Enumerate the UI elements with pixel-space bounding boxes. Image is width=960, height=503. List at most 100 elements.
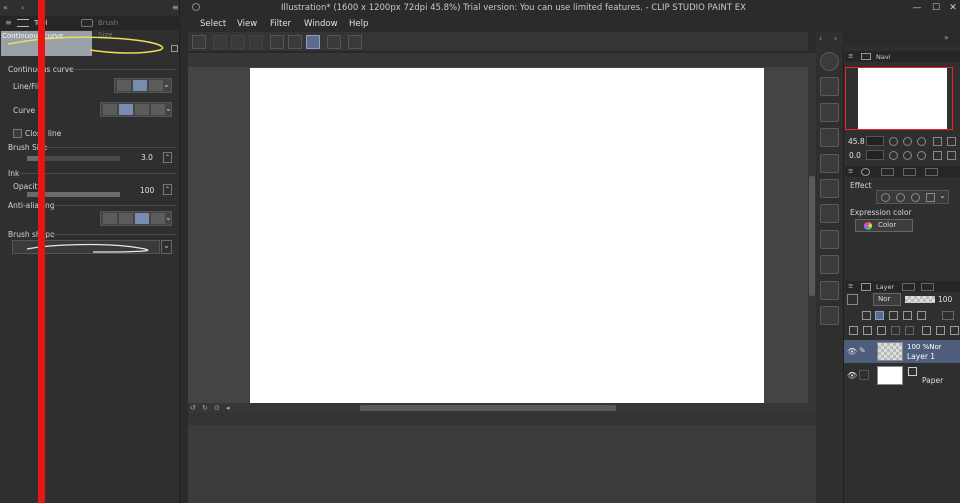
film-icon[interactable]	[820, 281, 839, 300]
new-folder-icon[interactable]	[877, 326, 886, 335]
export-icon[interactable]	[820, 255, 839, 274]
panel-back-icon[interactable]: ‹	[21, 3, 24, 12]
layer-name[interactable]: Paper	[922, 376, 943, 385]
collapse-left-icon[interactable]: «	[3, 3, 8, 12]
navigator-rotate-value[interactable]: 0.0	[849, 151, 861, 160]
close-button[interactable]: ✕	[946, 2, 960, 14]
rotate-ccw-icon[interactable]	[889, 151, 898, 160]
flip-vertical-icon[interactable]	[947, 151, 956, 160]
navigator-view-frame[interactable]	[845, 67, 953, 130]
stroke-icon[interactable]	[288, 35, 302, 49]
layer-row[interactable]: 👁 Paper	[844, 364, 960, 387]
lock-layer-icon[interactable]	[889, 311, 898, 320]
merge-down-icon[interactable]	[905, 326, 914, 335]
fill-selection-icon[interactable]	[231, 35, 245, 49]
menu-window[interactable]: Window	[304, 19, 338, 29]
lock-transparency-icon[interactable]	[903, 311, 912, 320]
new-raster-layer-icon[interactable]	[849, 326, 858, 335]
chevron-down-icon[interactable]: ⌄	[939, 191, 946, 200]
clear-selection-icon[interactable]	[249, 35, 263, 49]
layer-opacity-value[interactable]: 100	[938, 295, 952, 304]
brush-shape-preview[interactable]	[12, 240, 160, 254]
rotate-slider[interactable]	[866, 150, 884, 160]
layer-mask-icon[interactable]	[922, 326, 931, 335]
minimize-button[interactable]: —	[910, 2, 924, 14]
collapse-icon[interactable]: ‹	[819, 34, 822, 43]
menu-help[interactable]: Help	[349, 19, 368, 29]
straight-curve-button[interactable]	[103, 104, 117, 115]
opacity-stepper[interactable]: ⌃	[163, 184, 172, 195]
spline-curve-button[interactable]	[119, 104, 133, 115]
ruler-icon[interactable]	[942, 311, 954, 320]
tone-effect-icon[interactable]	[911, 193, 920, 202]
rotate-left-icon[interactable]: ↺	[190, 404, 196, 412]
tab-navigator[interactable]: Navi	[876, 53, 891, 61]
lock-icon[interactable]	[171, 45, 178, 52]
zoom-in-icon[interactable]	[903, 137, 912, 146]
folder-icon[interactable]	[820, 230, 839, 249]
new-vector-layer-icon[interactable]	[863, 326, 872, 335]
close-document-icon[interactable]	[820, 77, 839, 96]
transform-icon[interactable]	[192, 35, 206, 49]
transfer-down-icon[interactable]	[891, 326, 900, 335]
layer-name[interactable]: Layer 1	[907, 352, 935, 361]
brush-shape-dropdown[interactable]: ⌄	[161, 240, 172, 254]
search-icon[interactable]	[820, 52, 839, 71]
rotate-cw-icon[interactable]	[903, 151, 912, 160]
aa-strong-button[interactable]	[151, 213, 165, 224]
camera-icon[interactable]	[820, 154, 839, 173]
flip-icon[interactable]: ◂	[226, 404, 230, 412]
quadratic-curve-button[interactable]	[135, 104, 149, 115]
close-line-checkbox[interactable]	[13, 129, 22, 138]
aa-weak-button[interactable]	[119, 213, 133, 224]
vertical-scroll-thumb[interactable]	[809, 176, 815, 296]
edit-target-icon[interactable]	[859, 370, 869, 380]
trash-icon[interactable]	[950, 326, 959, 335]
layer-row[interactable]: 👁 ✎ 100 %Nor Layer 1	[844, 340, 960, 363]
actual-size-icon[interactable]	[933, 137, 942, 146]
zoom-out-icon[interactable]	[889, 137, 898, 146]
clear-outside-icon[interactable]	[213, 35, 227, 49]
horizontal-scroll-thumb[interactable]	[360, 405, 616, 411]
navigator-zoom-value[interactable]: 45.8	[848, 137, 865, 146]
line-mode-button[interactable]	[117, 80, 131, 91]
chevron-down-icon[interactable]: ⌄	[165, 213, 172, 222]
menu-view[interactable]: View	[237, 19, 257, 29]
menu-filter[interactable]: Filter	[270, 19, 291, 29]
tab-layer[interactable]: Layer	[876, 283, 894, 291]
tab-icon-4[interactable]	[925, 168, 938, 176]
cubic-curve-button[interactable]	[151, 104, 165, 115]
maximize-button[interactable]: ☐	[929, 2, 943, 14]
pen-icon[interactable]: ✎	[859, 346, 869, 356]
fit-icon[interactable]	[917, 137, 926, 146]
panel-menu-icon[interactable]: ≡	[172, 3, 179, 12]
fit-width-icon[interactable]	[947, 137, 956, 146]
enable-mask-icon[interactable]	[917, 311, 926, 320]
tab-icon-layer-2[interactable]	[902, 283, 915, 291]
layer-color-icon[interactable]	[926, 193, 935, 202]
expand-icon[interactable]: ›	[834, 34, 837, 43]
eye-icon[interactable]: 👁	[847, 371, 857, 380]
reference-layer-icon[interactable]	[862, 311, 871, 320]
help-icon[interactable]	[348, 35, 362, 49]
line-fill-mode-button[interactable]	[149, 80, 163, 91]
blend-mode-dropdown[interactable]: Nor	[873, 293, 901, 306]
tab-icon-2[interactable]	[881, 168, 894, 176]
aa-none-button[interactable]	[103, 213, 117, 224]
layer-property-tab-icon[interactable]	[861, 168, 870, 176]
chevron-down-icon[interactable]: ⌄	[165, 104, 172, 113]
flip-horizontal-icon[interactable]	[933, 151, 942, 160]
reset-view-icon[interactable]: ⊙	[214, 404, 220, 412]
opacity-value[interactable]: 100	[140, 186, 154, 195]
border-effect-icon[interactable]	[881, 193, 890, 202]
menu-select[interactable]: Select	[200, 19, 226, 29]
brush-size-stepper[interactable]: ⌃	[163, 152, 172, 163]
rotate-right-icon[interactable]: ↻	[202, 404, 208, 412]
pen-correction-icon[interactable]	[270, 35, 284, 49]
dock-expand-icon[interactable]: »	[944, 33, 949, 42]
device-icon[interactable]	[327, 35, 341, 49]
brush-size-value[interactable]: 3.0	[141, 153, 153, 162]
drawing-canvas[interactable]	[250, 68, 764, 403]
reset-rotation-icon[interactable]	[917, 151, 926, 160]
delete-icon[interactable]	[820, 128, 839, 147]
